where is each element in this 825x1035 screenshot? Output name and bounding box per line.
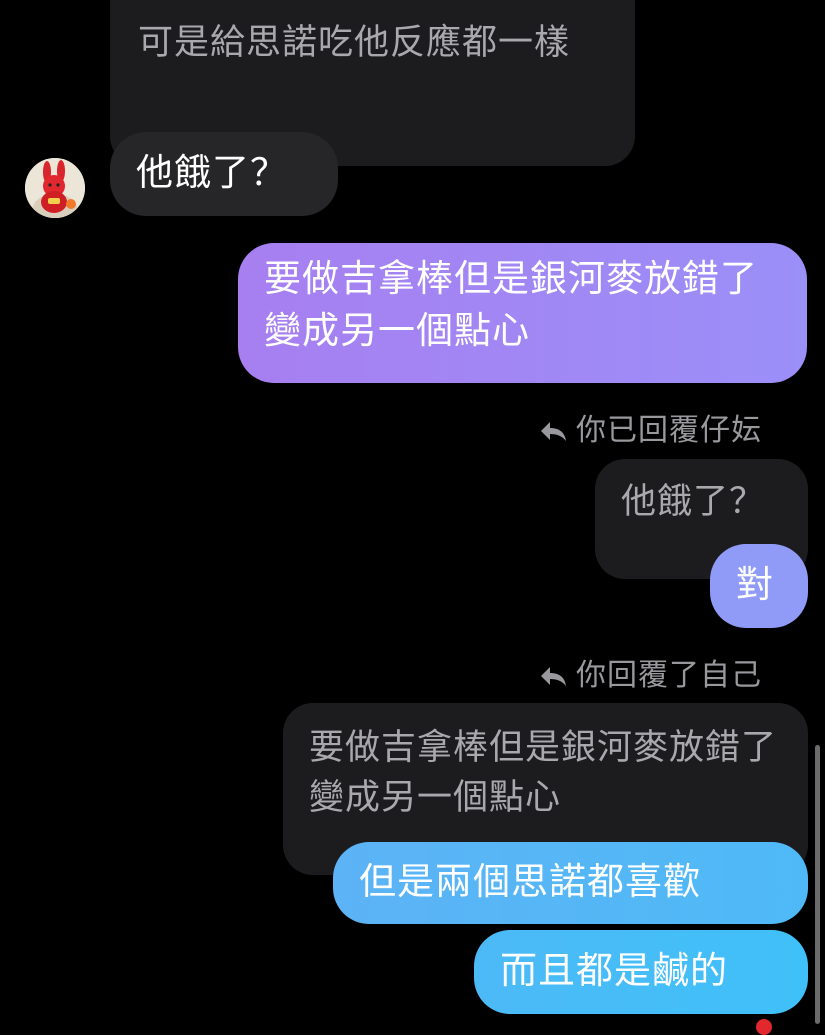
outgoing-message-bubble[interactable]: 而且都是鹹的 — [474, 930, 808, 1014]
outgoing-message-bubble[interactable]: 要做吉拿棒但是銀河麥放錯了變成另一個點心 — [238, 243, 807, 383]
outgoing-message-bubble[interactable]: 但是兩個思諾都喜歡 — [333, 842, 808, 924]
outgoing-message-text: 而且都是鹹的 — [500, 949, 728, 992]
reply-indicator: 你回覆了自己 — [540, 656, 790, 696]
read-receipt-avatar — [756, 1019, 772, 1035]
quoted-message-text: 要做吉拿棒但是銀河麥放錯了變成另一個點心 — [309, 728, 778, 818]
reply-indicator-text: 你已回覆仔妘 — [576, 413, 762, 448]
scrollbar[interactable] — [815, 745, 820, 1024]
outgoing-message-bubble[interactable]: 對 — [710, 544, 808, 628]
reply-indicator: 你已回覆仔妘 — [540, 411, 790, 451]
incoming-message-text: 他餓了？ — [136, 151, 288, 194]
avatar-image — [25, 158, 85, 218]
quoted-message-text: 可是給思諾吃他反應都一樣 — [138, 23, 571, 63]
reply-arrow-icon — [540, 420, 568, 442]
quoted-message-text: 他餓了？ — [621, 482, 766, 522]
outgoing-message-text: 對 — [736, 563, 774, 606]
incoming-message-bubble[interactable]: 他餓了？ — [110, 132, 338, 216]
reply-indicator-text: 你回覆了自己 — [576, 658, 762, 693]
outgoing-message-text: 要做吉拿棒但是銀河麥放錯了變成另一個點心 — [264, 257, 758, 352]
reply-arrow-icon — [540, 665, 568, 687]
contact-avatar[interactable] — [25, 158, 85, 218]
outgoing-message-text: 但是兩個思諾都喜歡 — [359, 860, 701, 903]
